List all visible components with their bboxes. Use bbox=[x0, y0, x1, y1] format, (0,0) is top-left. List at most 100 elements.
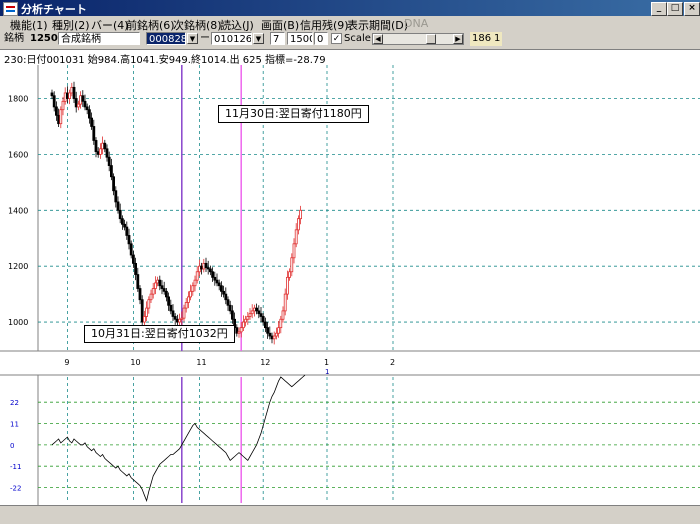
candle-body bbox=[138, 288, 142, 301]
candle-body bbox=[259, 313, 263, 317]
candle-body bbox=[180, 317, 184, 320]
candle-body bbox=[184, 302, 188, 309]
menu-function[interactable]: 機能(1) bbox=[10, 17, 48, 33]
indicator-tick-label: 0 bbox=[10, 442, 14, 450]
candle-body bbox=[290, 257, 294, 273]
candle-body bbox=[294, 229, 298, 245]
candle-body bbox=[279, 318, 283, 329]
candle-body bbox=[208, 268, 212, 273]
menu-bar-type[interactable]: バー(4) bbox=[91, 17, 129, 33]
candle-body bbox=[92, 126, 96, 141]
range-max-field[interactable]: 1500 bbox=[287, 32, 313, 45]
scroll-left-arrow-icon[interactable]: ◀ bbox=[373, 34, 383, 44]
candle-body bbox=[217, 282, 221, 287]
ohlc-readout: 230:日付001031 始984.高1041.安949.終1014.出 625… bbox=[4, 55, 326, 66]
candle-body bbox=[129, 243, 133, 256]
price-tick-label: 1000 bbox=[8, 318, 28, 327]
menu-next-stock[interactable]: 次銘柄(8) bbox=[173, 17, 222, 33]
candle-body bbox=[277, 327, 281, 334]
candle-body bbox=[268, 332, 272, 337]
candle-body bbox=[274, 332, 278, 337]
period-scrollbar[interactable]: ◀ ▶ bbox=[372, 33, 464, 45]
candle-body bbox=[272, 335, 276, 340]
date-tick-label: 12 bbox=[260, 358, 270, 367]
candle-body bbox=[101, 142, 104, 150]
price-tick-label: 1200 bbox=[8, 262, 28, 271]
scroll-thumb[interactable] bbox=[426, 34, 436, 44]
menu-screen[interactable]: 画面(B) bbox=[261, 17, 299, 33]
candle-body bbox=[50, 92, 54, 97]
window-title: 分析チャート bbox=[21, 3, 87, 16]
candle-body bbox=[77, 103, 80, 108]
maximize-button[interactable]: □ bbox=[667, 2, 683, 16]
candle-body bbox=[193, 279, 197, 287]
menu-margin[interactable]: 信用残(9) bbox=[300, 17, 349, 33]
candle-body bbox=[219, 285, 223, 292]
candle-body bbox=[99, 148, 102, 155]
stock-name-field[interactable]: 合成銘柄 bbox=[58, 32, 140, 45]
bar-count: 186 bbox=[470, 32, 494, 46]
minimize-button[interactable]: _ bbox=[651, 2, 667, 16]
candle-body bbox=[59, 109, 63, 125]
candle-body bbox=[175, 318, 179, 323]
chart-canvas[interactable]: 100012001400160018009 10 11 12 1 2122110-11-2… bbox=[0, 65, 700, 505]
date-to-field[interactable]: 010126 bbox=[211, 32, 252, 45]
candle-body bbox=[83, 100, 87, 108]
candle-body bbox=[250, 310, 254, 315]
candle-body bbox=[121, 218, 124, 225]
candle-body bbox=[96, 151, 100, 155]
candle-body bbox=[74, 98, 78, 108]
menu-load[interactable]: 読込(J) bbox=[220, 17, 254, 33]
candle-body bbox=[52, 95, 56, 108]
candle-body bbox=[118, 209, 122, 220]
candle-body bbox=[285, 276, 289, 295]
scale-checkbox[interactable]: ✓ bbox=[331, 33, 342, 44]
candle-body bbox=[55, 106, 58, 116]
candle-body bbox=[90, 117, 93, 127]
indicator-tick-label: -22 bbox=[10, 484, 21, 492]
candle-body bbox=[215, 279, 219, 284]
date-tick-label: 11 bbox=[196, 358, 206, 367]
info-bar: 230:日付001031 始984.高1041.安949.終1014.出 625… bbox=[0, 49, 700, 66]
annotation-nov30: 11月30日:翌日寄付1180円 bbox=[218, 105, 369, 123]
date-from-field[interactable]: 000828 bbox=[146, 32, 186, 45]
candle-body bbox=[110, 165, 113, 178]
menu-display-period[interactable]: 表示期間(D) bbox=[347, 17, 408, 33]
stock-code: 1250 bbox=[30, 33, 58, 44]
status-bar bbox=[0, 505, 700, 524]
candle-body bbox=[164, 290, 168, 298]
candle-body bbox=[134, 262, 138, 275]
candle-body bbox=[66, 92, 69, 99]
candle-body bbox=[103, 142, 107, 150]
candle-body bbox=[63, 92, 67, 102]
candle-body bbox=[246, 316, 250, 320]
candle-body bbox=[252, 307, 256, 312]
candle-body bbox=[197, 265, 201, 273]
period-field[interactable]: 7 bbox=[270, 32, 285, 45]
menu-prev-stock[interactable]: 前銘柄(6) bbox=[126, 17, 175, 33]
menu-type[interactable]: 種別(2) bbox=[52, 17, 90, 33]
candle-body bbox=[123, 223, 126, 228]
candle-body bbox=[167, 296, 171, 306]
candle-body bbox=[105, 148, 109, 158]
candle-body bbox=[94, 140, 98, 153]
candle-body bbox=[169, 304, 173, 312]
range-min-field[interactable]: 0 bbox=[314, 32, 328, 45]
candle-body bbox=[153, 282, 157, 289]
year-tick-label: 1 bbox=[325, 368, 329, 376]
candle-body bbox=[224, 293, 228, 301]
candle-body bbox=[127, 235, 131, 245]
chart-area[interactable]: 1000 1200 1400 1600 1800 9 10 11 12 1 2 1 22 11 0 -11 -2… bbox=[0, 65, 700, 505]
date-to-dropdown[interactable]: ▼ bbox=[253, 33, 264, 44]
price-tick-label: 1800 bbox=[8, 95, 28, 104]
candle-body bbox=[112, 176, 115, 192]
candle-body bbox=[131, 254, 135, 264]
candle-body bbox=[292, 243, 296, 259]
close-button[interactable]: × bbox=[684, 2, 700, 16]
date-from-dropdown[interactable]: ▼ bbox=[187, 33, 198, 44]
scroll-right-arrow-icon[interactable]: ▶ bbox=[453, 34, 463, 44]
scale-label: Scale bbox=[344, 33, 371, 44]
candle-body bbox=[182, 307, 186, 319]
candle-body bbox=[140, 299, 144, 323]
candle-body bbox=[191, 285, 195, 292]
